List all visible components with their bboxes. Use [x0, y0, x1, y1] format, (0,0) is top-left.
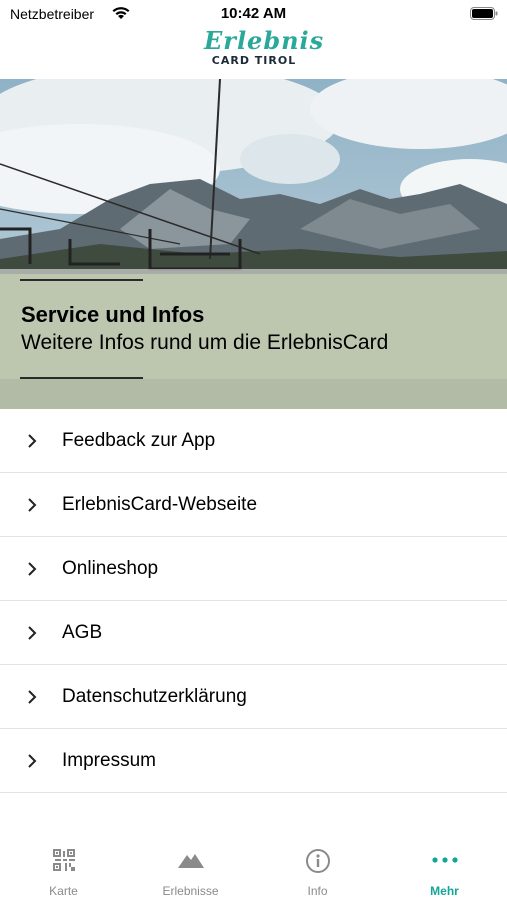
service-menu-list: Feedback zur App ErlebnisCard-Webseite O… — [0, 409, 507, 793]
menu-item-feedback[interactable]: Feedback zur App — [0, 409, 507, 473]
tab-karte[interactable]: Karte — [0, 832, 127, 900]
qr-code-icon — [52, 849, 75, 871]
tab-label: Karte — [49, 884, 78, 898]
menu-item-label: Datenschutzerklärung — [62, 686, 247, 707]
logo-sub-text: CARD TIROL — [211, 54, 297, 67]
tab-label: Erlebnisse — [162, 884, 219, 898]
menu-item-privacy[interactable]: Datenschutzerklärung — [0, 665, 507, 729]
menu-item-label: ErlebnisCard-Webseite — [62, 494, 258, 515]
chevron-right-icon — [28, 690, 37, 704]
hero-divider-bottom — [20, 377, 143, 379]
menu-item-label: AGB — [62, 622, 103, 643]
menu-item-onlineshop[interactable]: Onlineshop — [0, 537, 507, 601]
hero-subtitle: Weitere Infos rund um die ErlebnisCard — [21, 331, 389, 354]
app-logo: Erlebnis CARD TIROL — [204, 26, 325, 78]
more-dots-icon — [431, 857, 458, 863]
menu-item-website[interactable]: ErlebnisCard-Webseite — [0, 473, 507, 537]
logo-script-text: Erlebnis — [204, 26, 325, 55]
chevron-right-icon — [28, 498, 37, 512]
tab-bar: Karte Erlebnisse Info Mehr — [0, 832, 507, 900]
menu-item-agb[interactable]: AGB — [0, 601, 507, 665]
tab-label: Mehr — [430, 884, 459, 898]
clock: 10:42 AM — [220, 5, 287, 22]
mountain-icon — [177, 854, 204, 868]
battery-icon — [470, 7, 498, 20]
hero-divider-top — [20, 279, 143, 281]
menu-item-impressum[interactable]: Impressum — [0, 729, 507, 793]
chevron-right-icon — [28, 754, 37, 768]
menu-item-label: Feedback zur App — [62, 430, 216, 451]
tab-erlebnisse[interactable]: Erlebnisse — [127, 832, 254, 900]
hero-banner: Service und Infos Weitere Infos rund um … — [0, 79, 507, 409]
hero-title: Service und Infos — [21, 302, 205, 327]
chevron-right-icon — [28, 434, 37, 448]
status-bar: Netzbetreiber 10:42 AM — [0, 0, 507, 28]
tab-mehr[interactable]: Mehr — [381, 832, 507, 900]
menu-item-label: Onlineshop — [62, 558, 159, 579]
tab-info[interactable]: Info — [254, 832, 381, 900]
menu-item-label: Impressum — [62, 750, 156, 771]
chevron-right-icon — [28, 562, 37, 576]
chevron-right-icon — [28, 626, 37, 640]
tab-label: Info — [307, 884, 328, 898]
info-icon — [305, 849, 330, 873]
